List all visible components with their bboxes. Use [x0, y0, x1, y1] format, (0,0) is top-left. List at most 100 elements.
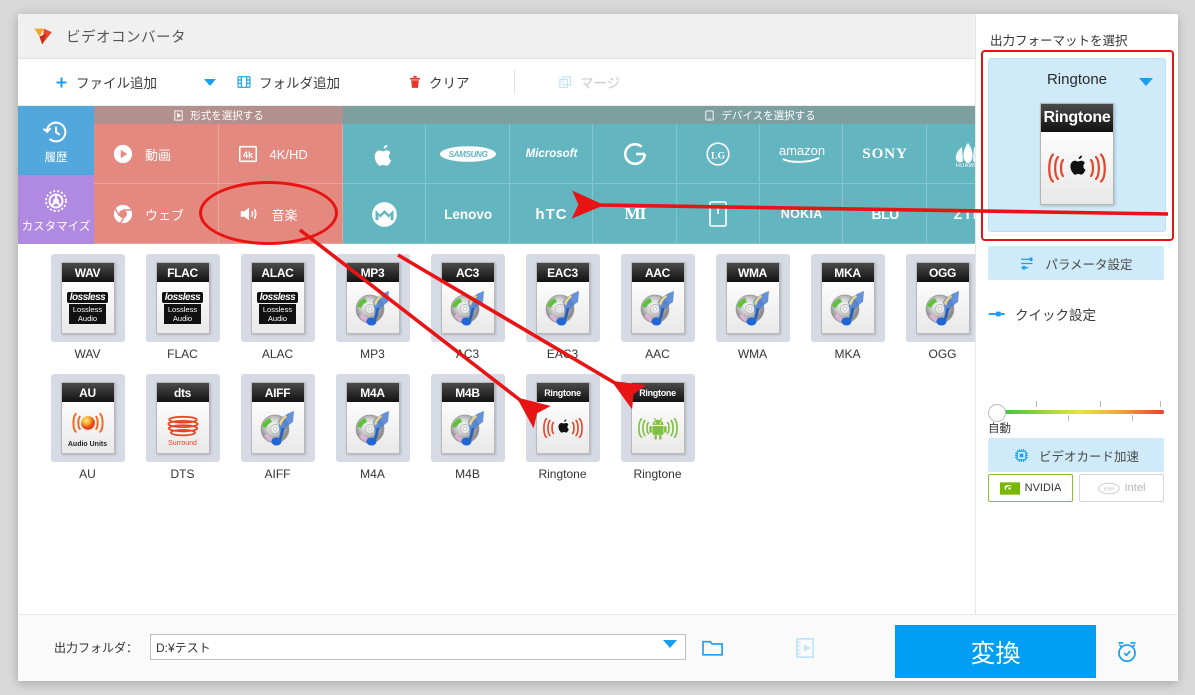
quality-slider-track: [996, 410, 1164, 414]
gpu-nvidia-button[interactable]: NVIDIA: [988, 474, 1073, 502]
device-cell-nokia[interactable]: NOKIA: [760, 184, 844, 244]
format-badge: FLAC: [156, 263, 209, 282]
clear-button[interactable]: クリア: [408, 59, 470, 105]
device-section-header-label: デバイスを選択する: [721, 109, 816, 122]
chevron-down-icon[interactable]: [1139, 78, 1153, 86]
gpu-intel-button[interactable]: intel Intel: [1079, 474, 1164, 502]
quality-slider-label: 自動: [988, 423, 1011, 435]
device-cell-generic-phone[interactable]: [676, 184, 760, 244]
format-file-icon: EAC3: [535, 262, 590, 334]
format-tile[interactable]: AAC AAC: [610, 254, 705, 374]
format-tile-label: Ringtone: [633, 467, 682, 481]
format-badge: AU: [61, 383, 114, 402]
device-cell-lenovo[interactable]: Lenovo: [426, 184, 510, 244]
format-tile[interactable]: Ringtone Ringtone: [515, 374, 610, 494]
device-cell-sony[interactable]: SONY: [843, 124, 927, 184]
gpu-acceleration-button[interactable]: ビデオカード加速: [988, 438, 1164, 472]
format-tile-label: WAV: [74, 347, 101, 361]
parameter-settings-button[interactable]: パラメータ設定: [988, 246, 1164, 280]
quick-settings-label: クイック設定: [1015, 308, 1096, 323]
ringtone-apple-glyph: [542, 417, 583, 438]
folder-open-icon[interactable]: [702, 638, 724, 658]
format-grid: 動画 4k 4K/HD ウェブ 音楽: [94, 124, 343, 244]
device-cell-htc[interactable]: hTC: [509, 184, 594, 244]
disc-note-glyph: [640, 290, 674, 325]
format-tile[interactable]: AIFF AIFF: [230, 374, 325, 494]
format-glyph: [441, 282, 494, 333]
format-tile[interactable]: M4B M4B: [420, 374, 515, 494]
format-glyph: [346, 402, 399, 453]
format-glyph: [631, 402, 684, 453]
format-tile-label: OGG: [928, 347, 957, 361]
format-tile[interactable]: Ringtone Ringtone: [610, 374, 705, 494]
format-tile[interactable]: M4A M4A: [325, 374, 420, 494]
format-tile[interactable]: FLAC lossless Lossless Audio FLAC: [135, 254, 230, 374]
format-badge: MKA: [821, 263, 874, 282]
format-glyph: Surround: [156, 402, 209, 453]
output-folder-input[interactable]: D:¥テスト: [150, 634, 686, 660]
play-circle-icon: [113, 144, 133, 164]
format-tile[interactable]: EAC3 EAC3: [515, 254, 610, 374]
device-cell-lg[interactable]: LG: [676, 124, 760, 184]
format-tile[interactable]: MP3 MP3: [325, 254, 420, 374]
format-tile[interactable]: dts Surround DTS: [135, 374, 230, 494]
output-folder-dropdown[interactable]: [663, 640, 677, 648]
format-glyph: lossless Lossless Audio: [61, 282, 114, 333]
device-cell-microsoft[interactable]: Microsoft: [509, 124, 594, 184]
svg-text:amazon: amazon: [779, 143, 825, 158]
format-tile-thumb: FLAC lossless Lossless Audio: [145, 254, 220, 342]
format-badge: AIFF: [251, 383, 304, 402]
format-tile-thumb: M4B: [430, 374, 505, 462]
device-cell-google[interactable]: [593, 124, 677, 184]
quality-slider[interactable]: 自動: [988, 398, 1164, 435]
format-cell-video[interactable]: 動画: [94, 124, 219, 184]
add-file-dropdown[interactable]: [204, 59, 216, 105]
format-tile[interactable]: MKA MKA: [800, 254, 895, 374]
disc-note-glyph: [450, 290, 484, 325]
history-icon: [42, 121, 67, 142]
slider-tick: [1036, 401, 1037, 407]
format-tile-thumb: AU Audio Units: [50, 374, 125, 462]
device-cell-blu[interactable]: BLU: [843, 184, 927, 244]
gpu-vendor-row: NVIDIA intel Intel: [988, 474, 1164, 502]
4k-icon: 4k: [238, 145, 257, 163]
ringtone-android-glyph: [637, 417, 678, 440]
file-icon: [174, 109, 183, 121]
sidebar-item-customize[interactable]: カスタマイズ: [18, 175, 94, 244]
alarm-clock-icon[interactable]: [1114, 639, 1140, 665]
plus-icon: [56, 77, 67, 87]
format-tile-thumb: Ringtone: [525, 374, 600, 462]
merge-label: マージ: [580, 76, 621, 91]
sidebar-item-history[interactable]: 履歴: [18, 106, 94, 175]
device-cell-amazon[interactable]: amazon: [760, 124, 844, 184]
merge-button[interactable]: マージ: [558, 59, 620, 105]
quick-settings-button[interactable]: クイック設定: [988, 304, 1096, 324]
format-tile-label: M4A: [360, 467, 385, 481]
sidebar: 履歴 カスタマイズ: [18, 106, 94, 244]
format-tile-label: M4B: [455, 467, 480, 481]
selected-format-card[interactable]: Ringtone Ringtone: [988, 58, 1166, 232]
device-cell-samsung[interactable]: SAMSUNG: [426, 124, 510, 184]
add-folder-button[interactable]: フォルダ追加: [236, 59, 340, 105]
format-file-icon: AAC: [630, 262, 685, 334]
device-cell-xiaomi[interactable]: MI: [593, 184, 677, 244]
format-cell-web[interactable]: ウェブ: [94, 184, 219, 244]
device-cell-motorola[interactable]: [343, 184, 427, 244]
add-file-button[interactable]: ファイル追加: [54, 59, 157, 105]
format-tile[interactable]: AU Audio Units AU: [40, 374, 135, 494]
format-cell-4khd[interactable]: 4k 4K/HD: [218, 124, 343, 184]
gpu-nvidia-label: NVIDIA: [1024, 482, 1062, 494]
lossless-glyph: lossless Lossless Audio: [66, 291, 109, 324]
format-tile[interactable]: ALAC lossless Lossless Audio ALAC: [230, 254, 325, 374]
format-badge: EAC3: [536, 263, 589, 282]
convert-button[interactable]: 変換: [895, 625, 1096, 678]
format-tile[interactable]: WAV lossless Lossless Audio WAV: [40, 254, 135, 374]
format-cell-music[interactable]: 音楽: [218, 184, 343, 244]
format-file-icon: AU Audio Units: [60, 382, 115, 454]
device-icon: [705, 109, 715, 121]
format-tile[interactable]: AC3 AC3: [420, 254, 515, 374]
quick-settings-icon: [988, 311, 1005, 317]
device-cell-apple[interactable]: [343, 124, 427, 184]
format-tile[interactable]: WMA WMA: [705, 254, 800, 374]
open-media-icon[interactable]: [794, 637, 816, 659]
